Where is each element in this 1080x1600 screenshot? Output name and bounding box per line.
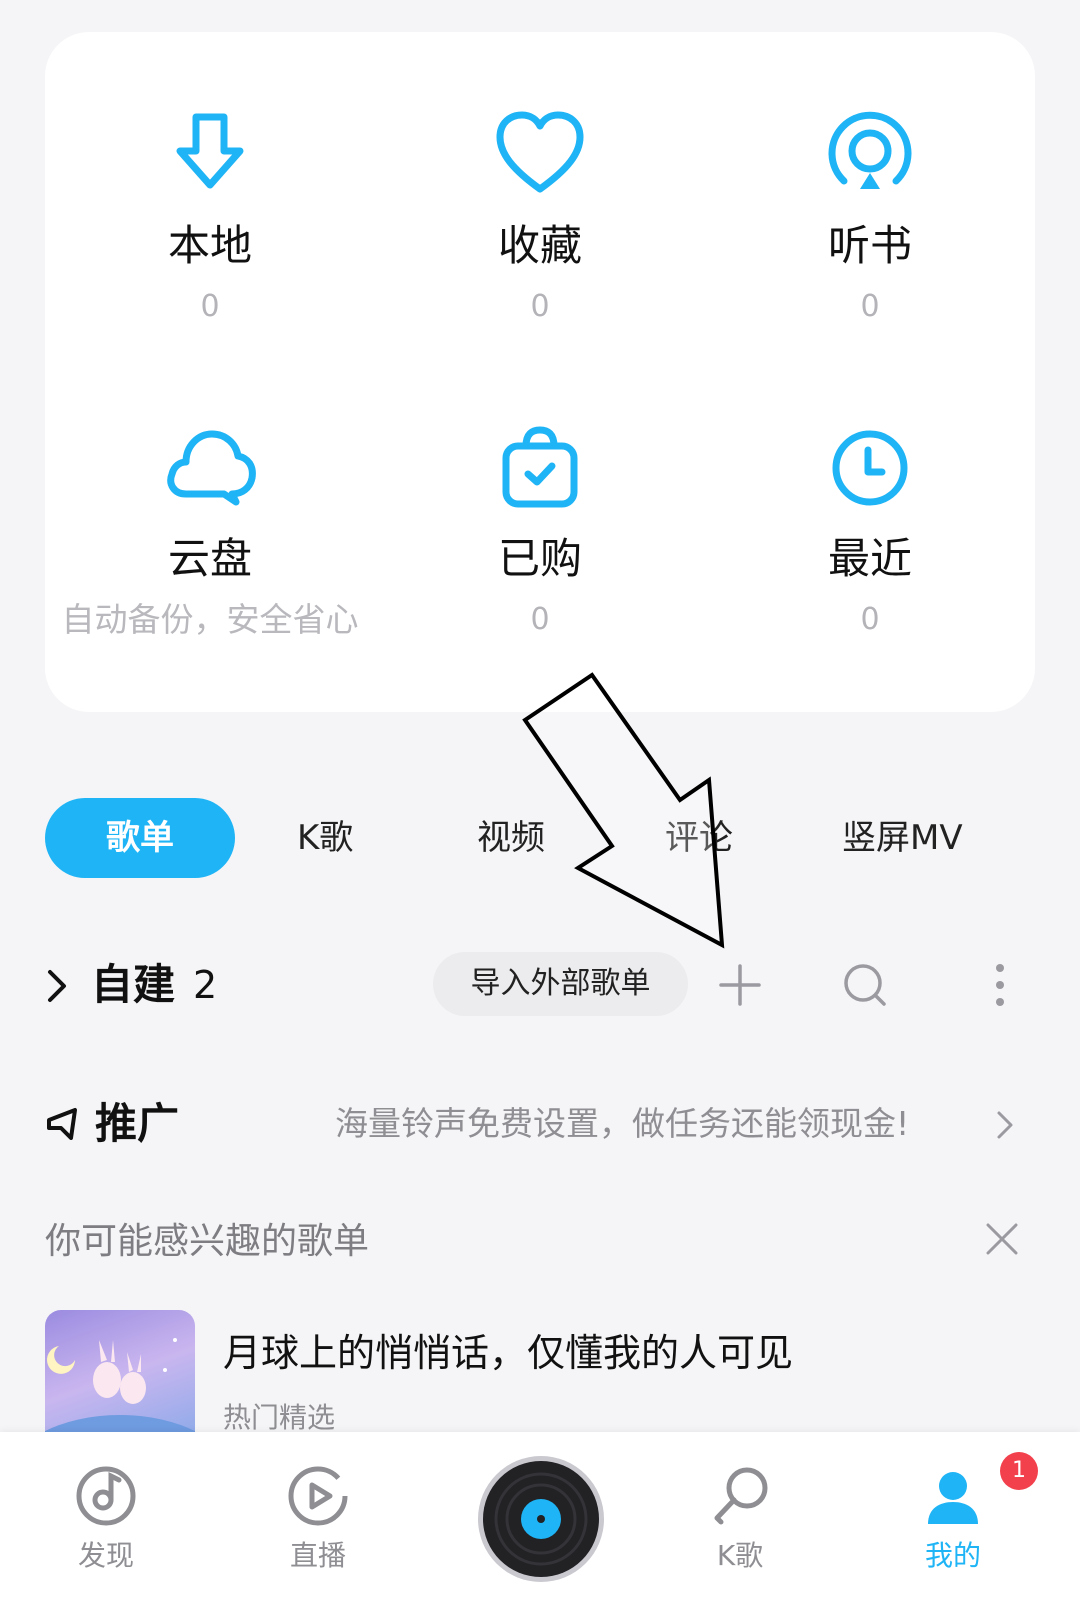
search-icon[interactable] (840, 960, 890, 1010)
nav-ksong[interactable]: K歌 (680, 1462, 800, 1576)
self-built-count: 2 (193, 963, 218, 1007)
grid-label: 本地 (167, 221, 252, 270)
grid-label: 已购 (497, 534, 582, 583)
notification-badge: 1 (1000, 1452, 1038, 1490)
clock-icon (832, 430, 908, 506)
grid-label: 云盘 (167, 534, 252, 583)
quick-access-card: 本地 0 收藏 0 听书 0 云盘 自动备份，安全省心 已购 0 最近 0 (45, 32, 1035, 712)
tab-vertical-mv[interactable]: 竖屏MV (842, 798, 963, 878)
grid-item-favorites[interactable]: 收藏 0 (375, 107, 705, 327)
content-tabs: 歌单 K歌 视频 评论 竖屏MV (45, 798, 1035, 878)
grid-item-recent[interactable]: 最近 0 (705, 420, 1035, 640)
grid-item-local[interactable]: 本地 0 (45, 107, 375, 327)
nav-label: 发现 (77, 1539, 134, 1572)
megaphone-icon (47, 1108, 77, 1140)
recommend-header: 你可能感兴趣的歌单 (45, 1212, 1035, 1272)
tab-ksong[interactable]: K歌 (297, 798, 353, 878)
microphone-icon (714, 1467, 768, 1525)
play-circle-icon (288, 1466, 348, 1526)
grid-count: 0 (200, 289, 220, 324)
import-playlist-button[interactable]: 导入外部歌单 (433, 952, 688, 1016)
grid-count: 0 (860, 289, 880, 324)
recommend-title: 你可能感兴趣的歌单 (45, 1221, 370, 1262)
grid-label: 收藏 (497, 221, 582, 270)
plus-icon[interactable] (715, 960, 765, 1010)
nav-live[interactable]: 直播 (258, 1462, 378, 1576)
playlist-title: 月球上的悄悄话，仅懂我的人可见 (223, 1331, 794, 1375)
grid-count: 0 (860, 602, 880, 637)
nav-mine[interactable]: 我的 (893, 1462, 1013, 1576)
more-vertical-icon[interactable] (975, 960, 1025, 1010)
tab-playlists[interactable]: 歌单 (45, 798, 235, 878)
grid-subtitle: 自动备份，安全省心 (61, 600, 359, 639)
self-built-section: 自建 2 导入外部歌单 (45, 950, 1035, 1020)
promo-title: 推广 (95, 1099, 180, 1148)
now-playing-disc-icon[interactable] (476, 1454, 606, 1584)
podcast-icon (828, 111, 912, 189)
nav-label: 我的 (924, 1539, 981, 1572)
self-built-title[interactable]: 自建 (91, 950, 175, 1020)
nav-label: K歌 (716, 1539, 764, 1572)
grid-item-cloud[interactable]: 云盘 自动备份，安全省心 (45, 420, 375, 640)
download-arrow-icon (176, 113, 244, 189)
grid-count: 0 (530, 602, 550, 637)
chevron-right-icon (997, 1111, 1013, 1139)
nav-discover[interactable]: 发现 (46, 1462, 166, 1576)
grid-item-audiobook[interactable]: 听书 0 (705, 107, 1035, 327)
purchased-bag-icon (502, 426, 578, 508)
cloud-icon (167, 430, 256, 506)
grid-item-purchased[interactable]: 已购 0 (375, 420, 705, 640)
music-note-circle-icon (76, 1466, 136, 1526)
grid-label: 听书 (827, 221, 912, 270)
promo-banner[interactable]: 推广 海量铃声免费设置，做任务还能领现金! (45, 1092, 1035, 1156)
grid-count: 0 (530, 289, 550, 324)
heart-icon (496, 111, 584, 193)
tab-comments[interactable]: 评论 (665, 798, 733, 878)
close-icon[interactable] (985, 1222, 1019, 1256)
tab-video[interactable]: 视频 (477, 798, 545, 878)
chevron-right-icon[interactable] (45, 968, 69, 1004)
promo-text: 海量铃声免费设置，做任务还能领现金! (335, 1104, 910, 1143)
grid-label: 最近 (827, 534, 912, 583)
bottom-navigation: 发现 直播 K歌 我的 1 (0, 1432, 1080, 1600)
nav-label: 直播 (289, 1539, 346, 1572)
user-icon (928, 1472, 978, 1524)
